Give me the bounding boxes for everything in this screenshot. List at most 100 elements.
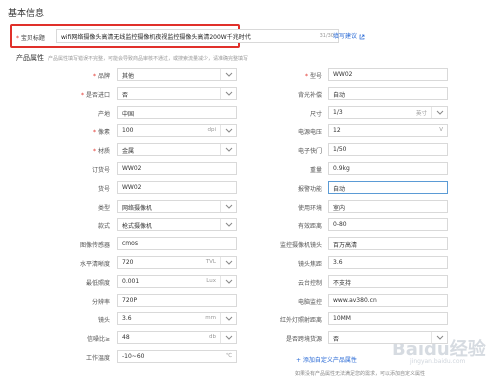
- field-label: 红外灯照射距离: [279, 317, 322, 325]
- dropdown-toggle[interactable]: [220, 87, 236, 99]
- dropdown-toggle[interactable]: [220, 200, 236, 212]
- field-value: 否: [122, 91, 129, 99]
- chevron-down-icon: [225, 204, 233, 209]
- field-value: 720: [122, 259, 134, 266]
- field-label: * 是否进口: [80, 91, 110, 99]
- text-field[interactable]: 室内: [328, 199, 448, 213]
- field-unit: Lux: [206, 277, 216, 284]
- title-input[interactable]: wifi网络摄像头高清无线监控摄像机夜视监控摄像头高清200W千兆时代 31/3…: [56, 29, 339, 43]
- text-field[interactable]: -10~60 ℃: [117, 350, 237, 363]
- field-value: www.av380.cn: [333, 296, 377, 304]
- chevron-down-icon: [225, 317, 233, 322]
- text-field[interactable]: 10MM: [328, 312, 448, 326]
- text-field[interactable]: 自动: [328, 180, 448, 194]
- field-label: 电子快门: [297, 148, 322, 156]
- dropdown-toggle[interactable]: [220, 219, 236, 231]
- field-value: 其他: [122, 73, 135, 80]
- select-field[interactable]: 0.001 Lux: [117, 274, 237, 288]
- field-label: 重量: [309, 167, 322, 174]
- text-field[interactable]: WW02: [117, 180, 237, 194]
- field-label: 报警功能: [297, 185, 322, 193]
- field-label: * 型号: [304, 73, 322, 80]
- chevron-down-icon: [436, 110, 444, 115]
- dropdown-toggle[interactable]: [431, 332, 447, 344]
- text-field[interactable]: 中国: [117, 105, 237, 119]
- title-char-counter: 31/30: [319, 33, 334, 39]
- text-field[interactable]: cmos: [117, 237, 237, 251]
- text-field[interactable]: 3.6: [328, 256, 448, 269]
- select-field[interactable]: 枪式摄像机: [117, 218, 237, 232]
- field-label: * 材质: [92, 148, 110, 156]
- field-label: 工作温度: [85, 355, 110, 362]
- field-value: 百万高清: [333, 242, 358, 250]
- field-unit: mm: [205, 315, 216, 322]
- text-field[interactable]: 720P: [117, 293, 237, 307]
- dropdown-toggle[interactable]: [220, 275, 236, 287]
- dropdown-toggle[interactable]: [431, 106, 447, 118]
- dropdown-toggle[interactable]: [220, 69, 236, 80]
- text-field[interactable]: www.av380.cn: [328, 293, 448, 307]
- chevron-down-icon: [225, 279, 233, 284]
- field-value: 0-80: [333, 221, 347, 229]
- chevron-down-icon: [225, 129, 233, 134]
- field-value: WW02: [122, 165, 142, 172]
- select-field[interactable]: 否: [117, 86, 237, 100]
- field-label: 云台控制: [297, 279, 322, 287]
- select-field[interactable]: 否: [328, 331, 448, 345]
- field-value: 不支持: [333, 279, 352, 287]
- text-field[interactable]: 0.9kg: [328, 162, 448, 175]
- field-unit: dpi: [207, 127, 216, 134]
- field-value: 3.6: [122, 315, 132, 323]
- field-value: 48: [122, 334, 130, 342]
- text-field[interactable]: 0-80: [328, 218, 448, 232]
- field-label: 款式: [97, 223, 110, 231]
- dropdown-toggle[interactable]: [220, 313, 236, 325]
- field-value: 0.9kg: [333, 165, 350, 172]
- field-value: -10~60: [122, 353, 145, 360]
- dropdown-toggle[interactable]: [220, 144, 236, 156]
- text-field[interactable]: 百万高清: [328, 237, 448, 251]
- text-field[interactable]: 12 V: [328, 124, 448, 138]
- text-field[interactable]: 不支持: [328, 274, 448, 288]
- select-field[interactable]: 100 dpi: [117, 124, 237, 138]
- field-value: 10MM: [333, 315, 351, 323]
- select-field[interactable]: 3.6 mm: [117, 312, 237, 326]
- text-field[interactable]: 1/50: [328, 143, 448, 157]
- add-custom-attr-link[interactable]: + 添加自定义产品属性: [296, 355, 357, 364]
- field-label: 使用环境: [297, 204, 322, 212]
- field-label: 有效距离: [297, 223, 322, 231]
- field-label: 订货号: [91, 167, 110, 174]
- chevron-down-icon: [436, 335, 444, 340]
- field-label: 监控摄像机镜头: [279, 242, 322, 250]
- select-field[interactable]: 金属: [117, 143, 237, 157]
- fill-tip-link[interactable]: 填写建议: [333, 31, 365, 40]
- dropdown-toggle[interactable]: [220, 125, 236, 137]
- field-value: WW02: [333, 71, 353, 78]
- text-field[interactable]: WW02: [117, 162, 237, 175]
- section-title: 基本信息: [8, 9, 45, 19]
- select-field[interactable]: 48 db: [117, 331, 237, 345]
- field-label: * 像素: [92, 129, 110, 137]
- dropdown-toggle[interactable]: [220, 257, 236, 268]
- baidu-watermark-sub: jingyan.baidu.com: [410, 358, 466, 365]
- field-label: 背光补偿: [297, 91, 322, 99]
- field-label: 镜头焦距: [297, 261, 322, 268]
- select-field[interactable]: 其他: [117, 68, 237, 81]
- field-value: 自动: [333, 185, 346, 193]
- text-field[interactable]: WW02: [328, 68, 448, 81]
- field-value: 3.6: [333, 259, 343, 266]
- field-label: 货号: [97, 185, 110, 193]
- field-label: 尺寸: [309, 110, 322, 118]
- field-label: 分辨率: [91, 298, 110, 306]
- field-value: 室内: [333, 204, 346, 212]
- field-label: 水平清晰度: [79, 261, 110, 268]
- text-field[interactable]: 自动: [328, 86, 448, 100]
- field-value: 720P: [122, 296, 138, 304]
- dropdown-toggle[interactable]: [220, 332, 236, 344]
- select-field[interactable]: 1/3 英寸: [328, 105, 448, 119]
- title-input-value: wifi网络摄像头高清无线监控摄像机夜视监控摄像头高清200W千兆时代: [61, 34, 251, 41]
- chevron-down-icon: [225, 147, 233, 152]
- field-unit: 英寸: [415, 110, 427, 117]
- select-field[interactable]: 720 TVL: [117, 256, 237, 269]
- select-field[interactable]: 网络摄像机: [117, 199, 237, 213]
